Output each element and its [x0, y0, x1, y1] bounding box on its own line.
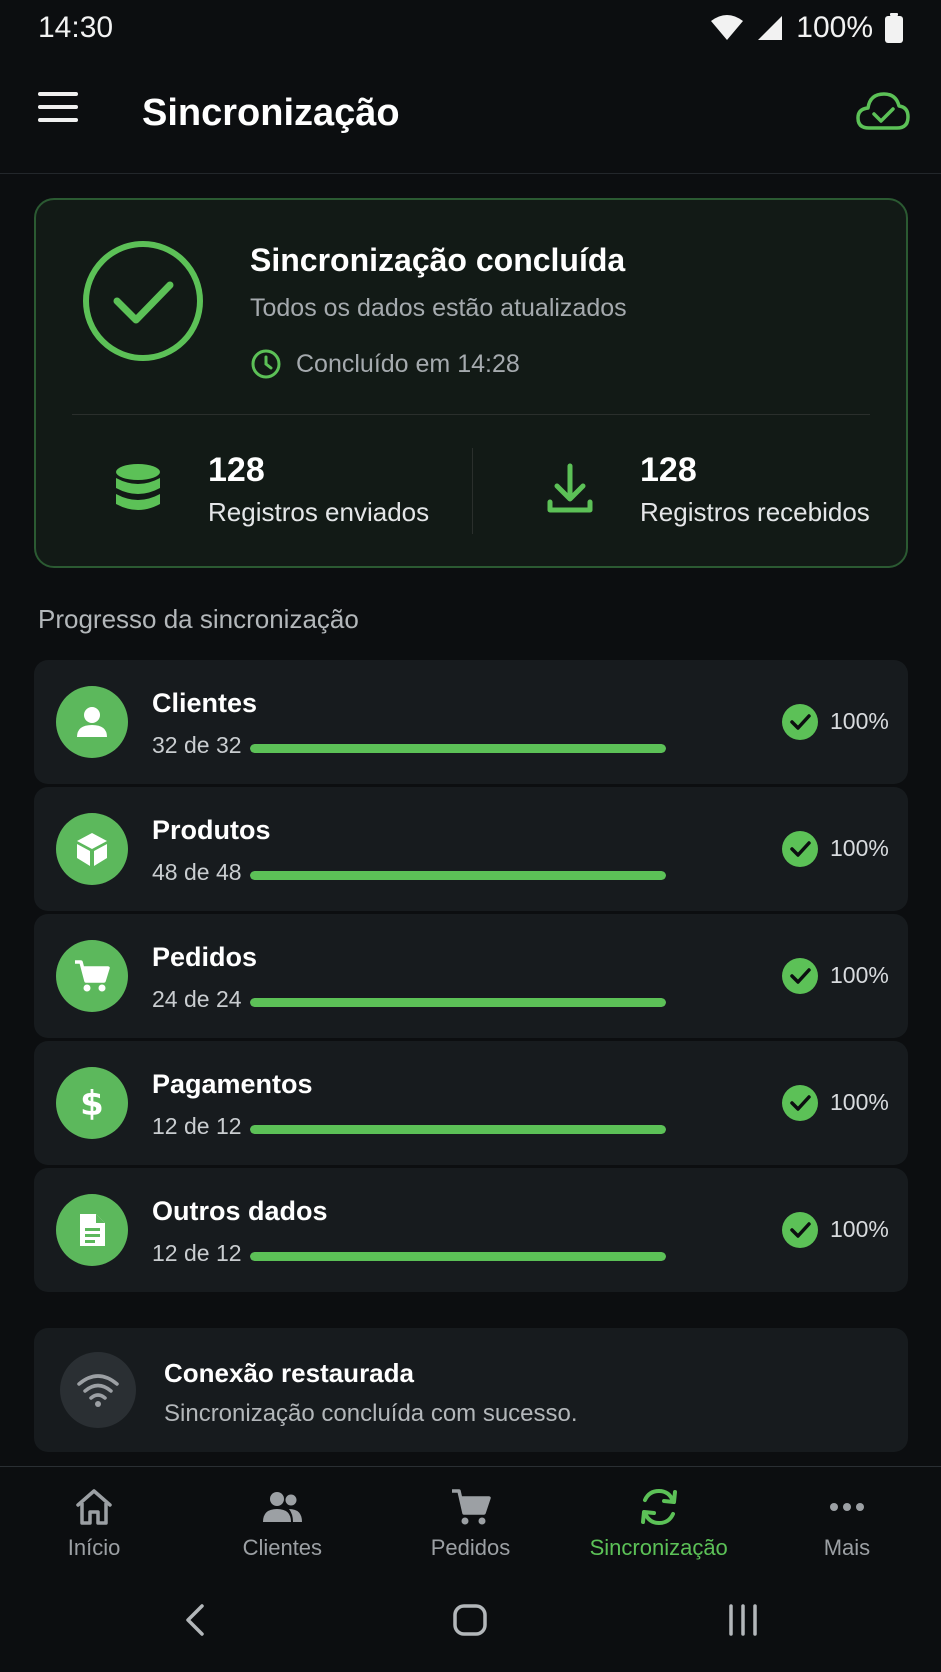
- progress-bar: [250, 998, 666, 1007]
- progress-bar: [250, 871, 666, 880]
- stat-divider: [472, 448, 473, 534]
- progress-fill: [250, 1125, 666, 1134]
- completed-time-text: Concluído em 14:28: [296, 349, 520, 378]
- cart-icon: [56, 940, 128, 1012]
- back-icon[interactable]: [180, 1600, 210, 1640]
- nav-label: Clientes: [242, 1535, 323, 1560]
- wifi-icon: [711, 15, 744, 40]
- connection-subtitle: Sincronização concluída com sucesso.: [164, 1400, 578, 1427]
- progress-fill: [250, 744, 666, 753]
- progress-percent: 100%: [830, 835, 889, 861]
- nav-item-inicio[interactable]: Início: [0, 1467, 188, 1574]
- check-icon: [782, 958, 818, 994]
- battery-icon: [885, 13, 903, 43]
- progress-bar: [250, 1125, 666, 1134]
- svg-text:$: $: [80, 1084, 104, 1122]
- people-icon: [263, 1492, 303, 1522]
- signal-icon: [758, 16, 783, 40]
- check-icon: [782, 704, 818, 740]
- document-icon: [56, 1194, 128, 1266]
- progress-title: Clientes: [152, 688, 258, 718]
- cart-icon: [451, 1489, 491, 1525]
- progress-title: Pagamentos: [152, 1069, 313, 1099]
- progress-item-outros-dados[interactable]: Outros dados 12 de 12 100%: [34, 1168, 908, 1292]
- home-icon: [76, 1489, 112, 1525]
- status-indicators: 100%: [710, 11, 903, 45]
- check-icon: [782, 1212, 818, 1248]
- progress-count: 32 de 32: [152, 732, 242, 758]
- recents-icon[interactable]: [726, 1600, 760, 1640]
- stat-received: 128 Registros recebidos: [540, 451, 870, 528]
- status-time: 14:30: [38, 11, 114, 44]
- status-bar: 14:30 100%: [0, 0, 941, 56]
- progress-item-pagamentos[interactable]: $ Pagamentos 12 de 12 100%: [34, 1041, 908, 1165]
- progress-item-pedidos[interactable]: Pedidos 24 de 24 100%: [34, 914, 908, 1038]
- progress-percent: 100%: [830, 1216, 889, 1242]
- bottom-nav: Início Clientes Pedidos Sincronização Ma…: [0, 1466, 941, 1574]
- section-heading: Progresso da sincronização: [38, 604, 359, 634]
- nav-label: Sincronização: [589, 1535, 728, 1560]
- check-icon: [782, 831, 818, 867]
- progress-title: Outros dados: [152, 1196, 328, 1226]
- person-icon: [56, 686, 128, 758]
- more-icon: [829, 1503, 864, 1511]
- received-value: 128: [640, 451, 697, 489]
- progress-item-clientes[interactable]: Clientes 32 de 32 100%: [34, 660, 908, 784]
- cloud-sync-button[interactable]: [855, 88, 911, 136]
- nav-item-clientes[interactable]: Clientes: [188, 1467, 376, 1574]
- cloud-check-icon: [856, 92, 910, 130]
- sent-label: Registros enviados: [208, 497, 430, 528]
- page-title: Sincronização: [142, 92, 400, 134]
- app-bar: Sincronização: [0, 56, 941, 174]
- summary-title: Sincronização concluída: [250, 242, 626, 278]
- progress-title: Produtos: [152, 815, 271, 845]
- progress-item-produtos[interactable]: Produtos 48 de 48 100%: [34, 787, 908, 911]
- progress-count: 48 de 48: [152, 859, 242, 885]
- system-nav: [0, 1580, 941, 1672]
- sync-icon: [640, 1488, 677, 1526]
- divider: [72, 414, 870, 415]
- dollar-icon: $: [56, 1067, 128, 1139]
- database-icon: [116, 464, 160, 511]
- sync-summary-card: Sincronização concluída Todos os dados e…: [34, 198, 908, 568]
- nav-label: Pedidos: [430, 1535, 511, 1560]
- clock-icon: [251, 349, 281, 379]
- progress-count: 24 de 24: [152, 986, 242, 1012]
- menu-button[interactable]: [38, 92, 86, 136]
- progress-percent: 100%: [830, 962, 889, 988]
- progress-count: 12 de 12: [152, 1113, 242, 1139]
- progress-fill: [250, 1252, 666, 1261]
- wifi-icon: [60, 1352, 136, 1428]
- progress-title: Pedidos: [152, 942, 258, 972]
- summary-subtitle: Todos os dados estão atualizados: [250, 294, 627, 322]
- nav-label: Início: [67, 1535, 121, 1560]
- connection-title: Conexão restaurada: [164, 1358, 414, 1388]
- box-icon: [56, 813, 128, 885]
- home-button-icon[interactable]: [452, 1600, 488, 1640]
- nav-item-pedidos[interactable]: Pedidos: [376, 1467, 564, 1574]
- battery-percent: 100%: [796, 11, 873, 44]
- stat-sent: 128 Registros enviados: [108, 451, 430, 528]
- progress-fill: [250, 998, 666, 1007]
- progress-count: 12 de 12: [152, 1240, 242, 1266]
- progress-list: Clientes 32 de 32 100% Produtos 48 de 48…: [34, 660, 908, 1295]
- sent-value: 128: [208, 451, 265, 489]
- progress-percent: 100%: [830, 1089, 889, 1115]
- download-icon: [547, 463, 593, 513]
- connection-card: Conexão restaurada Sincronização concluí…: [34, 1328, 908, 1452]
- menu-icon: [38, 92, 78, 96]
- progress-bar: [250, 1252, 666, 1261]
- nav-label: Mais: [823, 1535, 871, 1560]
- check-circle-icon: [83, 241, 203, 361]
- progress-percent: 100%: [830, 708, 889, 734]
- received-label: Registros recebidos: [640, 497, 870, 528]
- progress-bar: [250, 744, 666, 753]
- check-icon: [782, 1085, 818, 1121]
- progress-fill: [250, 871, 666, 880]
- nav-item-sincronizacao[interactable]: Sincronização: [565, 1467, 753, 1574]
- completed-time: Concluído em 14:28: [250, 348, 520, 380]
- nav-item-mais[interactable]: Mais: [753, 1467, 941, 1574]
